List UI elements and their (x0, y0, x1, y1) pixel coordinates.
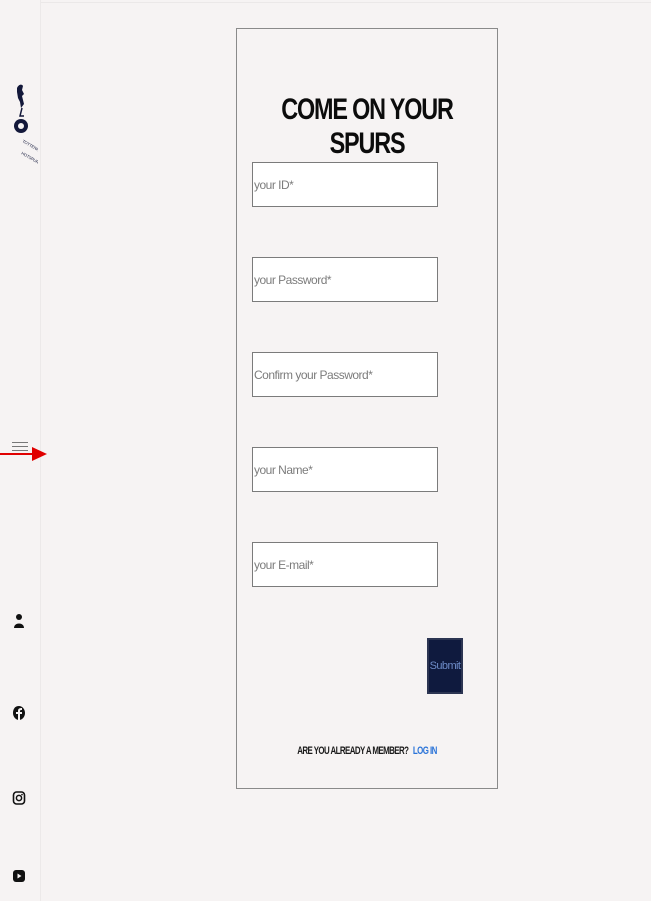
form-title: COME ON YOUR SPURS (281, 93, 454, 160)
instagram-icon[interactable] (12, 790, 26, 806)
login-link[interactable]: LOG IN (413, 745, 437, 757)
spurs-logo-icon[interactable]: TOTTENHAM HOTSPUR (8, 78, 38, 190)
youtube-icon[interactable] (12, 868, 26, 884)
email-field[interactable] (252, 542, 438, 587)
confirm-password-field[interactable] (252, 352, 438, 397)
svg-text:HOTSPUR: HOTSPUR (21, 151, 39, 165)
password-field[interactable] (252, 257, 438, 302)
facebook-icon[interactable] (12, 705, 26, 721)
name-field[interactable] (252, 447, 438, 492)
user-icon[interactable] (12, 613, 26, 629)
member-prompt: ARE YOU ALREADY A MEMBER? LOG IN (273, 745, 460, 757)
submit-button[interactable]: Submit (427, 638, 463, 694)
id-field[interactable] (252, 162, 438, 207)
signup-form: COME ON YOUR SPURS Submit ARE YOU ALREAD… (236, 28, 498, 789)
member-question: ARE YOU ALREADY A MEMBER? (297, 745, 409, 757)
top-divider (0, 2, 651, 3)
red-arrow-annotation (0, 447, 47, 461)
